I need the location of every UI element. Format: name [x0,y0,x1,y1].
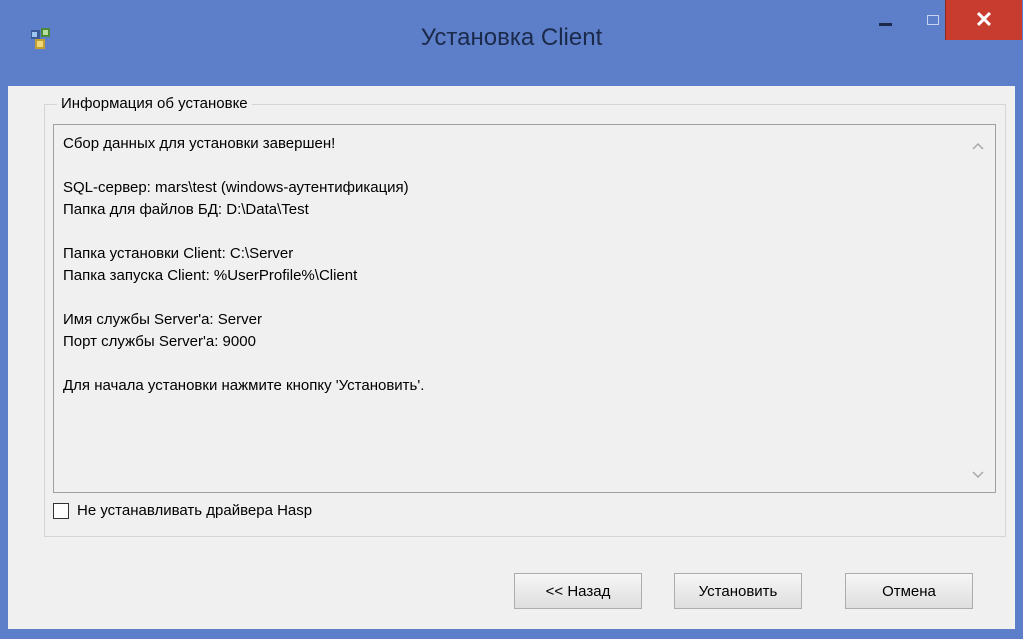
hasp-driver-option[interactable]: Не устанавливать драйвера Hasp [53,502,312,519]
close-button[interactable]: ✕ [945,0,1022,40]
close-icon: ✕ [974,7,994,32]
maximize-icon [927,15,939,25]
group-label: Информация об установке [57,95,252,112]
info-line: Порт службы Server'а: 9000 [63,333,256,350]
hasp-driver-checkbox[interactable] [53,502,69,519]
info-line [63,287,424,309]
dialog-client-area: Информация об установке Сбор данных для … [8,86,1015,629]
minimize-button[interactable] [865,0,905,40]
info-line: SQL-сервер: mars\test (windows-аутентифи… [63,179,409,196]
install-button[interactable]: Установить [674,573,802,609]
info-line: Сбор данных для установки завершен! [63,135,336,152]
install-info-group: Информация об установке Сбор данных для … [44,95,1006,537]
installer-window: Установка Client ✕ Информация об установ… [0,0,1023,639]
info-line: Папка запуска Client: %UserProfile%\Clie… [63,267,358,284]
install-info-textbox[interactable]: Сбор данных для установки завершен! SQL-… [53,124,996,493]
info-line: Имя службы Server'а: Server [63,311,262,328]
info-line [63,155,424,177]
info-lines: Сбор данных для установки завершен! SQL-… [63,133,424,397]
minimize-icon [878,22,892,26]
scroll-up-icon[interactable] [971,139,985,153]
back-button[interactable]: << Назад [514,573,642,609]
info-line [63,353,424,375]
hasp-driver-label[interactable]: Не устанавливать драйвера Hasp [77,502,312,519]
title-bar[interactable]: Установка Client ✕ [0,0,1023,86]
info-line: Для начала установки нажмите кнопку 'Уст… [63,377,425,394]
info-line [63,221,424,243]
cancel-button[interactable]: Отмена [845,573,973,609]
scroll-down-icon[interactable] [971,468,985,482]
info-line: Папка для файлов БД: D:\Data\Test [63,201,309,218]
info-line: Папка установки Client: C:\Server [63,245,294,262]
